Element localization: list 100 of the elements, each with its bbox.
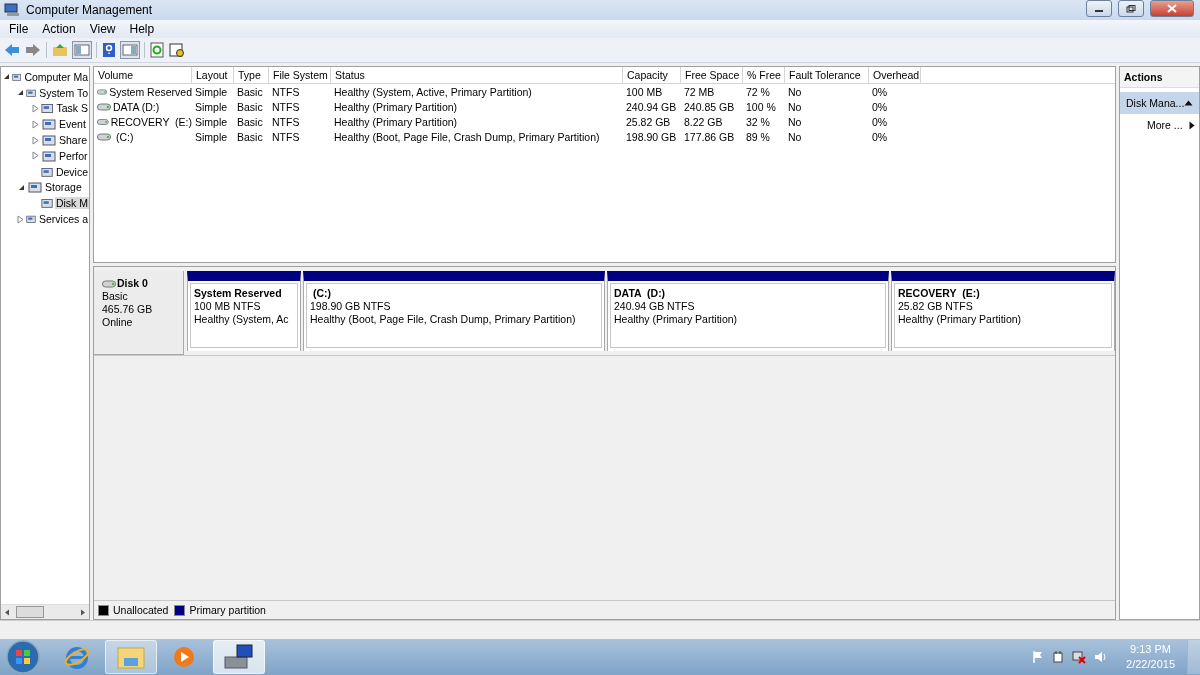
submenu-arrow-icon xyxy=(1189,120,1196,130)
partition-block[interactable]: (C:) 198.90 GB NTFS Healthy (Boot, Page File, Crash Dump, Primary Partition) xyxy=(303,271,605,351)
folder-up-icon[interactable] xyxy=(52,43,68,57)
collapse-arrow-icon[interactable] xyxy=(3,73,10,81)
tree-node-icon xyxy=(41,101,54,116)
tree-item[interactable]: Computer Ma xyxy=(23,70,89,83)
table-cell-text: (C:) xyxy=(114,130,134,143)
table-cell: 100 MB xyxy=(626,85,663,98)
speaker-icon[interactable] xyxy=(1094,650,1109,664)
expand-arrow-icon[interactable] xyxy=(32,151,39,161)
tree-node-icon xyxy=(42,148,56,163)
network-disconnected-icon[interactable] xyxy=(1072,650,1087,664)
table-cell: Healthy (Primary Partition) xyxy=(334,100,458,113)
partition-status: Healthy (Primary Partition) xyxy=(614,313,739,326)
scroll-left-arrow-icon[interactable] xyxy=(4,608,10,616)
back-arrow-icon[interactable] xyxy=(4,43,20,57)
partition-size: 25.82 GB NTFS xyxy=(898,300,974,313)
column-header[interactable]: Status xyxy=(331,67,623,83)
taskbar-button[interactable] xyxy=(213,640,265,674)
help-icon[interactable] xyxy=(102,42,116,58)
table-cell: Healthy (Boot, Page File, Crash Dump, Primary Partition) xyxy=(334,130,600,143)
table-cell: 198.90 GB xyxy=(626,130,677,143)
table-cell: 0% xyxy=(872,85,888,98)
minimize-button[interactable] xyxy=(1086,0,1112,17)
collapse-arrow-icon[interactable] xyxy=(1184,100,1194,106)
table-cell: NTFS xyxy=(272,130,300,143)
actions-section[interactable]: Disk Mana... xyxy=(1120,92,1200,114)
disk-info-panel[interactable]: Disk 0 Basic 465.76 GB Online xyxy=(94,271,184,355)
table-cell: Healthy (System, Active, Primary Partition) xyxy=(334,85,532,98)
menu-item[interactable]: Action xyxy=(35,22,83,36)
collapse-arrow-icon[interactable] xyxy=(17,89,24,97)
more-actions-item[interactable]: More ... xyxy=(1120,114,1200,136)
menu-item[interactable]: File xyxy=(2,22,36,36)
horizontal-scrollbar[interactable] xyxy=(1,604,89,619)
tree-item[interactable]: Event xyxy=(58,118,87,131)
expand-arrow-icon[interactable] xyxy=(32,119,39,129)
tree-item[interactable]: Device xyxy=(54,165,89,178)
forward-arrow-icon[interactable] xyxy=(25,43,41,57)
properties-icon[interactable] xyxy=(169,42,185,58)
table-cell: Healthy (Primary Partition) xyxy=(334,115,458,128)
expand-arrow-icon[interactable] xyxy=(31,104,39,113)
expand-arrow-icon[interactable] xyxy=(32,135,39,145)
collapse-arrow-icon[interactable] xyxy=(18,183,25,191)
restore-button[interactable] xyxy=(1118,0,1144,17)
column-header[interactable]: Type xyxy=(234,67,269,83)
table-cell: NTFS xyxy=(272,100,300,113)
tree-item[interactable]: Disk M xyxy=(54,197,89,210)
partition-block[interactable]: System Reserved 100 MB NTFS Healthy (System, Ac xyxy=(187,271,301,351)
tree-item[interactable]: System To xyxy=(38,86,89,99)
column-header[interactable]: Overhead xyxy=(869,67,921,83)
drive-icon xyxy=(102,279,116,288)
refresh-icon[interactable] xyxy=(150,42,164,58)
tree-node-icon xyxy=(42,133,56,148)
column-header[interactable]: Fault Tolerance xyxy=(785,67,869,83)
partition-size: 240.94 GB NTFS xyxy=(614,300,696,313)
column-header[interactable]: Layout xyxy=(192,67,234,83)
app-icon xyxy=(4,3,20,17)
tree-item[interactable]: Share xyxy=(58,134,89,147)
scroll-right-arrow-icon[interactable] xyxy=(80,608,86,616)
tree-item[interactable]: Services a xyxy=(37,213,89,226)
start-orb-icon[interactable] xyxy=(5,639,41,675)
actions-header: Actions xyxy=(1120,67,1200,88)
table-cell: 0% xyxy=(872,115,888,128)
legend-label: Primary partition xyxy=(189,604,266,616)
disk-name: Disk 0 xyxy=(117,277,148,290)
window-title: Computer Management xyxy=(26,3,153,17)
table-cell: 89 % xyxy=(746,130,770,143)
table-cell: 240.94 GB xyxy=(626,100,677,113)
close-button[interactable] xyxy=(1150,0,1194,17)
disk-size: 465.76 GB xyxy=(102,303,154,316)
tree-item[interactable]: Perfor xyxy=(58,149,89,162)
expand-arrow-icon[interactable] xyxy=(17,214,24,224)
partition-block[interactable]: RECOVERY (E:) 25.82 GB NTFS Healthy (Primary Partition) xyxy=(891,271,1115,351)
tree-node-icon xyxy=(42,117,56,132)
partition-block[interactable]: DATA (D:) 240.94 GB NTFS Healthy (Primary Partition) xyxy=(607,271,889,351)
restore-icon xyxy=(1126,4,1136,13)
table-cell: Basic xyxy=(237,85,263,98)
legend-label: Unallocated xyxy=(113,604,169,616)
pane-icon[interactable] xyxy=(121,42,139,58)
partition-name: DATA (D:) xyxy=(614,287,667,300)
column-header[interactable]: File System xyxy=(269,67,331,83)
menu-item[interactable]: View xyxy=(82,22,123,36)
column-header[interactable]: Volume xyxy=(94,67,192,83)
column-header[interactable]: Capacity xyxy=(623,67,681,83)
tree-item[interactable]: Task S xyxy=(55,102,89,115)
pane-icon[interactable] xyxy=(73,42,91,58)
drive-icon xyxy=(97,132,111,141)
drive-icon xyxy=(97,87,108,96)
tree-item[interactable]: Storage xyxy=(44,181,83,194)
partition-status: Healthy (Primary Partition) xyxy=(898,313,1023,326)
table-cell: 0% xyxy=(872,100,888,113)
flag-icon[interactable] xyxy=(1032,650,1045,664)
partition-size: 100 MB NTFS xyxy=(194,300,262,313)
disk-status: Online xyxy=(102,316,134,329)
column-header[interactable]: % Free xyxy=(743,67,785,83)
menu-item[interactable]: Help xyxy=(122,22,162,36)
table-cell: 177.86 GB xyxy=(684,130,735,143)
table-cell: Simple xyxy=(195,100,228,113)
column-header[interactable]: Free Space xyxy=(681,67,743,83)
table-cell: 25.82 GB xyxy=(626,115,671,128)
